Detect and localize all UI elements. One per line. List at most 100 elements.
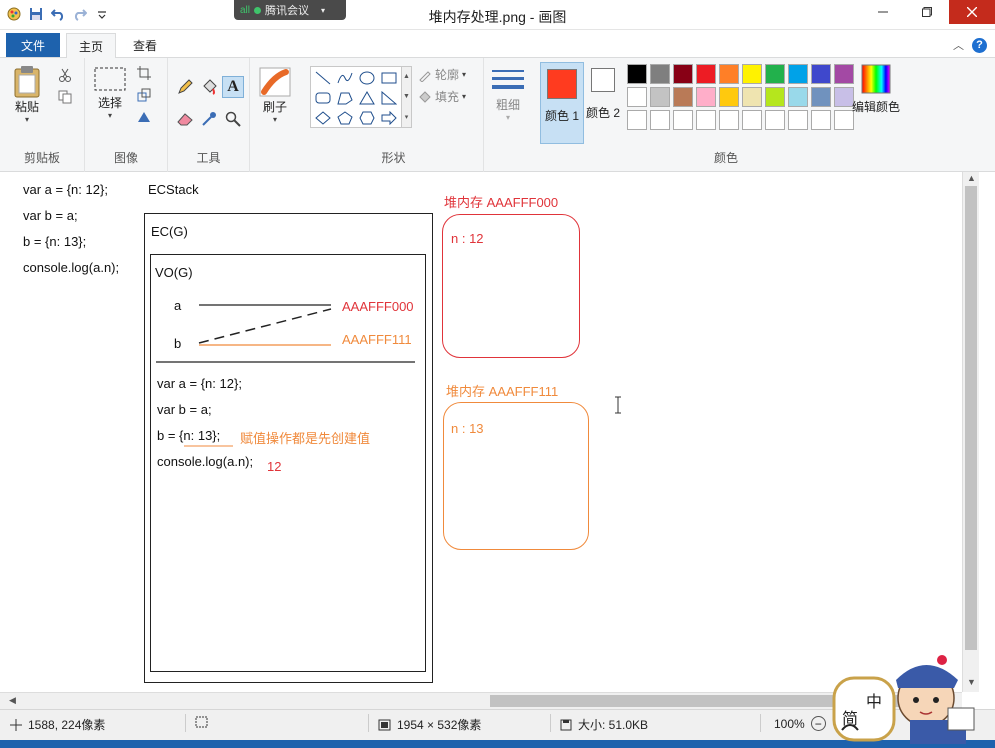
ribbon: 粘贴 ▾ 剪贴板 选择 ▾ 图像 A 工具 刷子 ▾ ▲ ▼ ▾ 轮廓 ▾ 填充… bbox=[0, 58, 995, 172]
palette-swatch[interactable] bbox=[765, 110, 785, 130]
arrow-shape-icon[interactable] bbox=[378, 108, 400, 128]
palette-swatch[interactable] bbox=[765, 87, 785, 107]
palette-swatch[interactable] bbox=[788, 110, 808, 130]
select-button[interactable]: 选择 ▾ bbox=[93, 66, 127, 120]
palette-swatch[interactable] bbox=[719, 87, 739, 107]
outline-icon bbox=[419, 70, 431, 82]
brush-label: 刷子 bbox=[262, 100, 287, 114]
palette-swatch[interactable] bbox=[742, 64, 762, 84]
magnifier-icon[interactable] bbox=[224, 110, 242, 128]
palette-swatch[interactable] bbox=[673, 110, 693, 130]
line-shape-icon[interactable] bbox=[312, 68, 334, 88]
palette-swatch[interactable] bbox=[811, 87, 831, 107]
fill-bucket-icon[interactable] bbox=[200, 78, 218, 96]
eraser-icon[interactable] bbox=[176, 110, 194, 128]
tab-home[interactable]: 主页 bbox=[66, 33, 116, 59]
palette-swatch[interactable] bbox=[811, 110, 831, 130]
edit-colors-label: 编辑颜色 bbox=[852, 100, 901, 114]
color2-label: 颜色 2 bbox=[586, 106, 621, 120]
color1-button[interactable]: 颜色 1 bbox=[540, 62, 584, 144]
selection-size bbox=[195, 716, 208, 728]
cursor-position-text: 1588, 224像素 bbox=[28, 718, 106, 732]
palette-swatch[interactable] bbox=[719, 64, 739, 84]
tab-file[interactable]: 文件 bbox=[6, 33, 60, 57]
oval-shape-icon[interactable] bbox=[356, 68, 378, 88]
rectangle-shape-icon[interactable] bbox=[378, 68, 400, 88]
palette-swatch[interactable] bbox=[696, 110, 716, 130]
size-label: 粗细 bbox=[495, 98, 520, 112]
color1-label: 颜色 1 bbox=[544, 109, 579, 123]
crop-icon[interactable] bbox=[135, 64, 153, 82]
palette-swatch[interactable] bbox=[719, 110, 739, 130]
palette-swatch[interactable] bbox=[742, 87, 762, 107]
shapes-scroll[interactable]: ▲ ▼ ▾ bbox=[402, 66, 412, 128]
palette-swatch[interactable] bbox=[673, 64, 693, 84]
scroll-up-icon[interactable]: ▲ bbox=[967, 173, 976, 183]
pencil-icon[interactable] bbox=[176, 78, 194, 96]
curve-shape-icon[interactable] bbox=[334, 68, 356, 88]
tab-view[interactable]: 查看 bbox=[120, 33, 170, 57]
fill-button[interactable]: 填充 ▾ bbox=[418, 88, 466, 105]
vertical-scrollbar[interactable]: ▲ ▼ bbox=[962, 172, 979, 692]
palette-swatch[interactable] bbox=[696, 87, 716, 107]
diamond-shape-icon[interactable] bbox=[312, 108, 334, 128]
cut-icon[interactable] bbox=[56, 66, 74, 84]
copy-icon[interactable] bbox=[56, 88, 74, 106]
palette-swatch[interactable] bbox=[765, 64, 785, 84]
collapse-ribbon-icon[interactable]: ︿ bbox=[953, 37, 964, 53]
help-icon[interactable]: ? bbox=[972, 37, 987, 53]
zoom-out-icon[interactable]: − bbox=[810, 716, 826, 731]
palette-swatch[interactable] bbox=[650, 110, 670, 130]
color2-swatch bbox=[591, 68, 615, 92]
scroll-left-icon[interactable]: ◀ bbox=[9, 695, 16, 706]
pentagon-shape-icon[interactable] bbox=[334, 108, 356, 128]
right-triangle-shape-icon[interactable] bbox=[378, 88, 400, 108]
minimize-button[interactable] bbox=[861, 0, 905, 24]
zoom-level: 100% − bbox=[774, 716, 826, 731]
rotate-icon[interactable] bbox=[135, 108, 153, 126]
assignment-note: 赋值操作都是先创建值 bbox=[240, 431, 371, 446]
palette-swatch[interactable] bbox=[788, 87, 808, 107]
palette-swatch[interactable] bbox=[627, 87, 647, 107]
ime-widget[interactable]: 中 简 bbox=[830, 650, 990, 745]
palette-swatch[interactable] bbox=[834, 87, 854, 107]
polygon-shape-icon[interactable] bbox=[334, 88, 356, 108]
palette-swatch[interactable] bbox=[627, 110, 647, 130]
drawing-canvas[interactable]: var a = {n: 12}; var b = a; b = {n: 13};… bbox=[0, 172, 962, 692]
resize-icon[interactable] bbox=[135, 86, 153, 104]
color-palette bbox=[627, 64, 854, 130]
palette-swatch[interactable] bbox=[673, 87, 693, 107]
color2-button[interactable]: 颜色 2 bbox=[586, 68, 620, 121]
palette-swatch[interactable] bbox=[650, 87, 670, 107]
palette-swatch[interactable] bbox=[834, 64, 854, 84]
horizontal-scrollbar[interactable]: ◀ bbox=[0, 692, 962, 709]
close-button[interactable] bbox=[949, 0, 995, 24]
palette-swatch[interactable] bbox=[834, 110, 854, 130]
text-tool-icon[interactable]: A bbox=[222, 76, 244, 98]
size-button[interactable]: 粗细 ▾ bbox=[490, 66, 526, 122]
rounded-rect-shape-icon[interactable] bbox=[312, 88, 334, 108]
brush-button[interactable]: 刷子 ▾ bbox=[258, 66, 292, 124]
hexagon-shape-icon[interactable] bbox=[356, 108, 378, 128]
console-output: 12 bbox=[267, 459, 282, 474]
palette-swatch[interactable] bbox=[627, 64, 647, 84]
group-tools: A 工具 bbox=[168, 58, 250, 172]
title-bar: all 腾讯会议 ▾ 堆内存处理.png - 画图 bbox=[0, 0, 995, 30]
palette-swatch[interactable] bbox=[742, 110, 762, 130]
palette-swatch[interactable] bbox=[811, 64, 831, 84]
paste-button[interactable]: 粘贴 ▾ bbox=[12, 64, 42, 124]
restore-button[interactable] bbox=[905, 0, 949, 24]
palette-swatch[interactable] bbox=[650, 64, 670, 84]
vertical-scroll-thumb[interactable] bbox=[965, 186, 977, 650]
ime-script-char: 简 bbox=[842, 711, 859, 728]
fill-label: 填充 bbox=[435, 90, 460, 104]
palette-swatch[interactable] bbox=[788, 64, 808, 84]
group-colors: 颜色 1 颜色 2 编辑颜色 颜色 bbox=[536, 58, 916, 172]
outline-button[interactable]: 轮廓 ▾ bbox=[418, 66, 466, 83]
group-label-tools: 工具 bbox=[196, 151, 221, 165]
edit-colors-button[interactable]: 编辑颜色 bbox=[852, 64, 900, 115]
palette-swatch[interactable] bbox=[696, 64, 716, 84]
triangle-shape-icon[interactable] bbox=[356, 88, 378, 108]
group-label-image: 图像 bbox=[113, 151, 138, 165]
color-picker-icon[interactable] bbox=[200, 110, 218, 128]
